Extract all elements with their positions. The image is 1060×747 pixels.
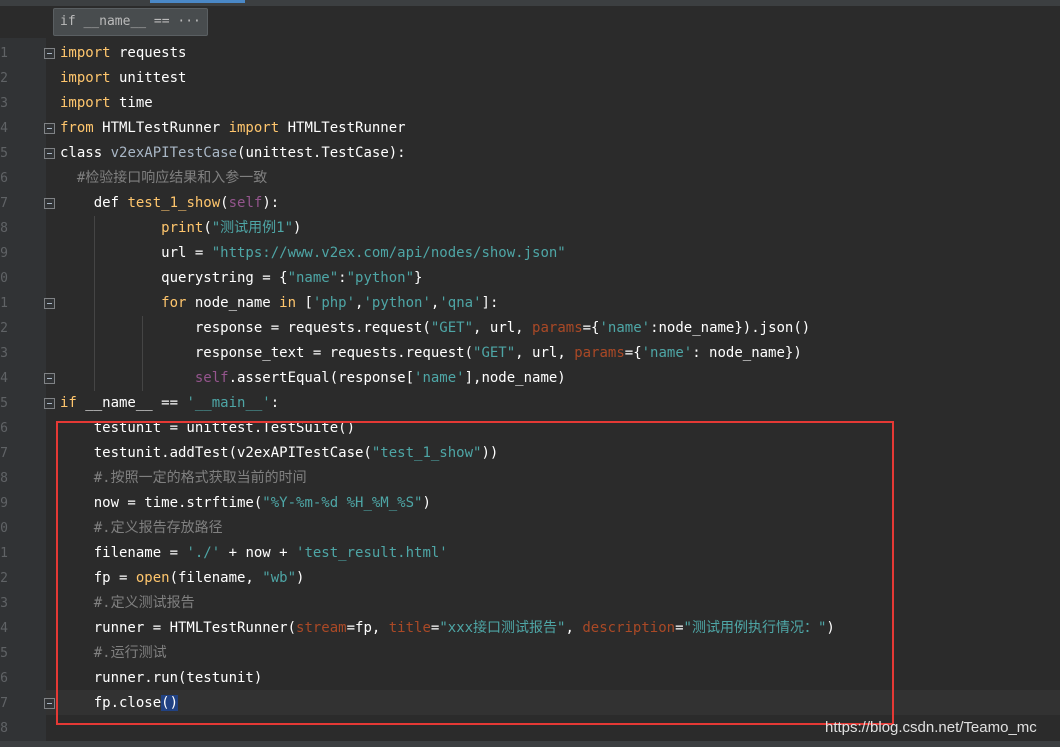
line-number: 7: [0, 696, 8, 711]
line-number: 6: [0, 421, 8, 436]
line-number: 1: [0, 296, 8, 311]
line-number: 4: [0, 621, 8, 636]
highlight-annotation-box: [56, 421, 894, 725]
fold-marker-icon[interactable]: [44, 298, 55, 309]
line-number: 6: [0, 171, 8, 186]
line-number: 8: [0, 721, 8, 736]
fold-marker-icon[interactable]: [44, 48, 55, 59]
fold-marker-icon[interactable]: [44, 148, 55, 159]
line-number: 2: [0, 321, 8, 336]
code-line[interactable]: import time: [60, 91, 153, 116]
line-number: 8: [0, 221, 8, 236]
code-line[interactable]: import unittest: [60, 66, 186, 91]
line-number: 4: [0, 121, 8, 136]
fold-marker-icon[interactable]: [44, 373, 55, 384]
code-line[interactable]: if __name__ == '__main__':: [60, 391, 279, 416]
line-number: 5: [0, 396, 8, 411]
code-line[interactable]: #检验接口响应结果和入参一致: [60, 166, 267, 191]
line-number: 9: [0, 246, 8, 261]
fold-marker-icon[interactable]: [44, 698, 55, 709]
line-number: 3: [0, 96, 8, 111]
line-number: 3: [0, 346, 8, 361]
code-line[interactable]: querystring = {"name":"python"}: [60, 266, 422, 291]
line-number: 1: [0, 546, 8, 561]
line-number: 2: [0, 571, 8, 586]
fold-marker-icon[interactable]: [44, 123, 55, 134]
line-number: 5: [0, 146, 8, 161]
line-number: 0: [0, 521, 8, 536]
line-number: 7: [0, 446, 8, 461]
code-line[interactable]: for node_name in ['php','python','qna']:: [60, 291, 498, 316]
code-line[interactable]: print("测试用例1"): [60, 216, 301, 241]
line-number: 4: [0, 371, 8, 386]
code-line[interactable]: def test_1_show(self):: [60, 191, 279, 216]
line-number: 9: [0, 496, 8, 511]
horizontal-scrollbar[interactable]: [0, 741, 1060, 747]
line-number: 1: [0, 46, 8, 61]
fold-marker-icon[interactable]: [44, 398, 55, 409]
code-line[interactable]: response = requests.request("GET", url, …: [60, 316, 810, 341]
line-number: 8: [0, 471, 8, 486]
line-number: 7: [0, 196, 8, 211]
line-number: 2: [0, 71, 8, 86]
code-line[interactable]: self.assertEqual(response['name'],node_n…: [60, 366, 566, 391]
line-number: 3: [0, 596, 8, 611]
fold-marker-icon[interactable]: [44, 198, 55, 209]
line-number: 5: [0, 646, 8, 661]
tab-strip: [0, 0, 1060, 6]
code-line[interactable]: response_text = requests.request("GET", …: [60, 341, 802, 366]
code-line[interactable]: class v2exAPITestCase(unittest.TestCase)…: [60, 141, 406, 166]
watermark-text: https://blog.csdn.net/Teamo_mc: [825, 719, 1037, 736]
code-line[interactable]: from HTMLTestRunner import HTMLTestRunne…: [60, 116, 406, 141]
code-line[interactable]: import requests: [60, 41, 186, 66]
breadcrumb[interactable]: if __name__ == ···: [53, 8, 208, 36]
line-number: 0: [0, 271, 8, 286]
code-line[interactable]: url = "https://www.v2ex.com/api/nodes/sh…: [60, 241, 566, 266]
line-number: 6: [0, 671, 8, 686]
active-tab-indicator: [150, 0, 245, 3]
